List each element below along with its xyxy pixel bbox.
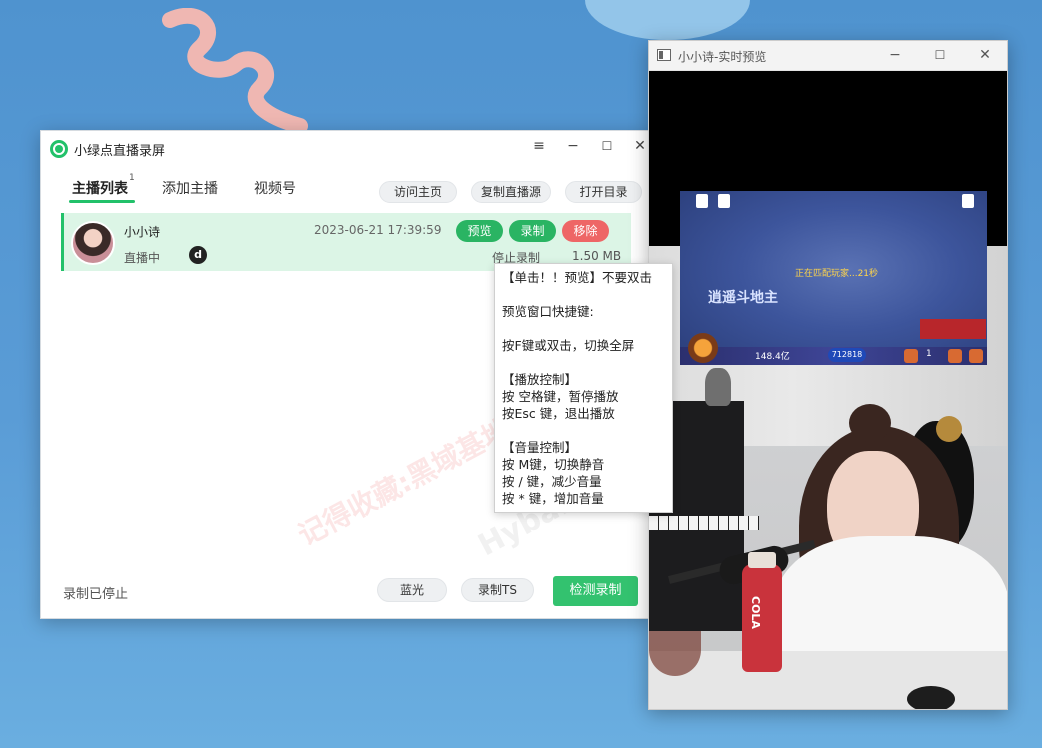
streamer-live-status: 直播中: [124, 251, 161, 265]
game-money-value: 148.4亿: [755, 352, 790, 362]
remove-button[interactable]: 移除: [562, 220, 609, 242]
tooltip-line: 【单击！！预览】不要双击: [502, 270, 653, 285]
tab-add-streamer[interactable]: 添加主播: [162, 178, 218, 198]
preview-maximize-button[interactable]: ☐: [925, 44, 955, 66]
tab-streamer-list[interactable]: 主播列表: [72, 178, 128, 198]
tooltip-spacer: [502, 422, 672, 439]
game-status-bar: 148.4亿 712818 1: [680, 347, 987, 365]
detect-record-button[interactable]: 检测录制: [553, 576, 638, 606]
game-level-value: 1: [926, 349, 932, 359]
tooltip-line: 按 * 键，增加音量: [502, 491, 604, 506]
preview-shortcut-tooltip: 【单击！！预览】不要双击 预览窗口快捷键: 按F键或双击，切换全屏 【播放控制】…: [494, 263, 673, 513]
scene-bear-ear: [936, 416, 962, 442]
tooltip-line: 按 M键，切换静音: [502, 457, 605, 472]
streamer-timestamp: 2023-06-21 17:39:59: [314, 223, 442, 237]
preview-close-button[interactable]: ✕: [970, 44, 1000, 66]
tooltip-line: 预览窗口快捷键:: [502, 304, 594, 319]
game-avatar: [688, 333, 718, 363]
record-button[interactable]: 录制: [509, 220, 556, 242]
tooltip-spacer: [502, 286, 672, 303]
game-logo: 逍遥斗地主: [708, 290, 778, 306]
scene-person-bun: [849, 404, 891, 442]
visit-homepage-button[interactable]: 访问主页: [379, 181, 457, 203]
scene-mouse: [907, 686, 955, 709]
minimize-button[interactable]: −: [557, 134, 589, 158]
streamer-name: 小小诗: [124, 225, 161, 239]
tab-video-channel[interactable]: 视频号: [254, 178, 296, 198]
tooltip-line: 按 / 键，减少音量: [502, 474, 602, 489]
tooltip-line: 【播放控制】: [502, 372, 578, 387]
app-title: 小绿点直播录屏: [74, 144, 166, 159]
scene-piano-keys: [649, 516, 759, 530]
open-directory-button[interactable]: 打开目录: [565, 181, 642, 203]
recording-status-text: 录制已停止: [63, 587, 129, 602]
tooltip-line: 按F键或双击，切换全屏: [502, 338, 635, 353]
douyin-platform-icon: d: [189, 246, 207, 264]
tooltip-line: 按 空格键，暂停播放: [502, 389, 619, 404]
game-record-icon: [718, 194, 730, 208]
scene-bottle-cap: [748, 552, 776, 568]
active-tab-indicator: [69, 200, 135, 203]
main-titlebar[interactable]: 小绿点直播录屏 ≡ − ☐ ✕: [41, 131, 652, 165]
maximize-button[interactable]: ☐: [591, 134, 623, 158]
game-info-panel: [920, 319, 986, 339]
copy-stream-source-button[interactable]: 复制直播源: [471, 181, 551, 203]
game-matching-text: 正在匹配玩家...21秒: [795, 269, 879, 279]
preview-window: 小小诗-实时预览 − ☐ ✕ COLA 正在匹配玩家...21秒 逍遥斗地主 1…: [648, 40, 1008, 710]
tab-badge-count: 1: [129, 173, 135, 183]
file-size: 1.50 MB: [572, 249, 622, 263]
game-overlay: 正在匹配玩家...21秒 逍遥斗地主 148.4亿 712818 1: [680, 191, 987, 365]
tooltip-line: 【音量控制】: [502, 440, 578, 455]
tooltip-line: 按Esc 键，退出播放: [502, 406, 615, 421]
avatar: [71, 221, 115, 265]
game-level-icon: [904, 349, 918, 363]
game-exit-icon: [696, 194, 708, 208]
game-menu-icon: [962, 194, 974, 208]
preview-minimize-button[interactable]: −: [880, 44, 910, 66]
background-squiggle: [162, 8, 308, 134]
tooltip-spacer: [502, 320, 672, 337]
preview-button[interactable]: 预览: [456, 220, 503, 242]
bottle-label: COLA: [749, 596, 762, 629]
game-gold-value: 712818: [828, 348, 866, 362]
preview-title: 小小诗-实时预览: [678, 50, 767, 64]
background-blob: [585, 0, 750, 40]
bluray-button[interactable]: 蓝光: [377, 578, 447, 602]
app-logo-icon: [50, 140, 68, 158]
record-ts-button[interactable]: 录制TS: [461, 578, 534, 602]
game-shop-icon: [948, 349, 962, 363]
menu-button[interactable]: ≡: [523, 134, 555, 158]
tooltip-spacer: [502, 354, 672, 371]
scene-bottle: [742, 564, 782, 672]
game-settings-icon: [969, 349, 983, 363]
preview-titlebar[interactable]: 小小诗-实时预览 − ☐ ✕: [649, 41, 1007, 71]
preview-window-icon: [657, 49, 671, 61]
scene-vase: [705, 368, 731, 406]
